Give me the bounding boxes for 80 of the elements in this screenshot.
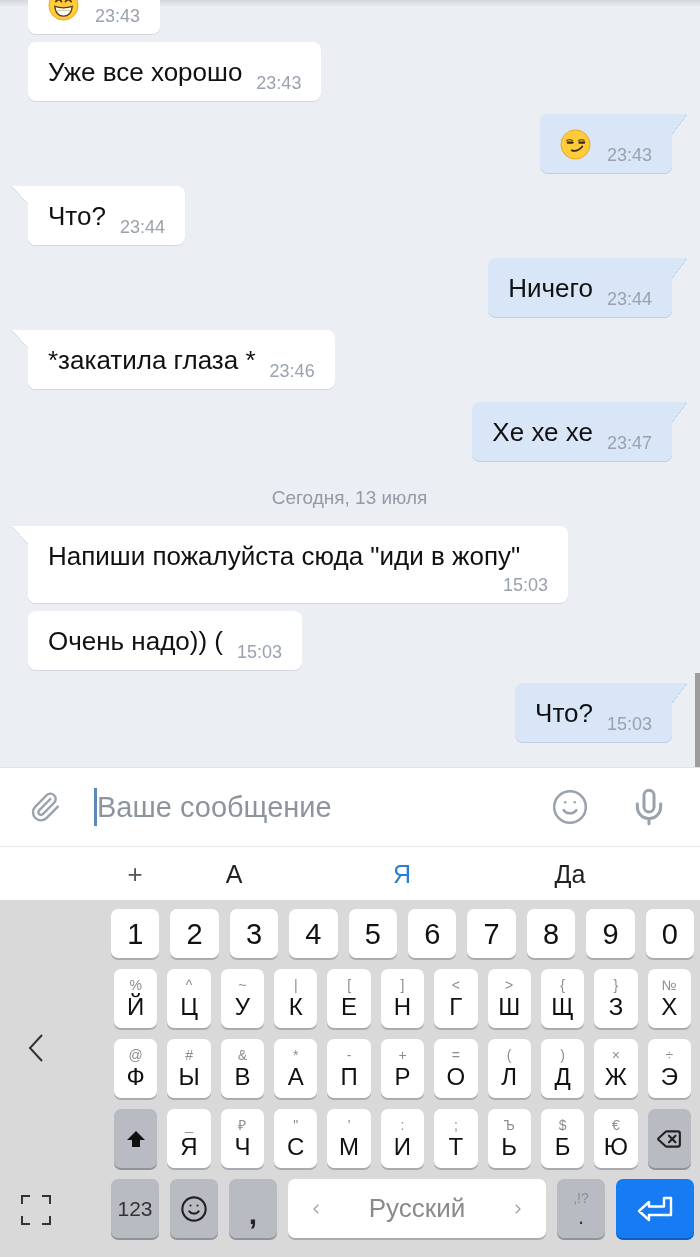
enter-key[interactable] xyxy=(616,1179,694,1238)
letter-key[interactable]: [ Е xyxy=(327,969,371,1028)
digit-key[interactable]: 4 xyxy=(289,909,338,958)
chevron-left-icon[interactable] xyxy=(28,1033,44,1063)
digit-key[interactable]: 6 xyxy=(408,909,457,958)
smiley-icon[interactable] xyxy=(551,788,589,826)
digit-key[interactable]: 0 xyxy=(645,909,695,958)
letter-key[interactable]: ₽ Ч xyxy=(220,1109,265,1168)
letter-key[interactable]: * А xyxy=(274,1039,318,1098)
digit-key[interactable]: 7 xyxy=(467,909,516,958)
message-text: Ничего xyxy=(508,273,593,303)
letter-key[interactable]: ^ Ц xyxy=(167,969,211,1028)
message-time: 15:03 xyxy=(606,715,652,733)
emoji-key[interactable] xyxy=(170,1179,218,1238)
message-time: 15:03 xyxy=(502,576,548,594)
letter-key[interactable]: ) Д xyxy=(540,1039,585,1098)
letter-key[interactable]: % Й xyxy=(114,969,158,1028)
digit-key[interactable]: 9 xyxy=(586,909,635,958)
punctuation-key[interactable]: ,!? . xyxy=(557,1179,605,1238)
letter-key[interactable]: | К xyxy=(274,969,318,1028)
letter-key[interactable]: ÷ Э xyxy=(647,1039,691,1098)
message-time: 23:44 xyxy=(119,218,165,236)
message-text: Напиши пожалуйста сюда "иди в жопу" xyxy=(48,541,522,571)
suggestion-item[interactable]: А xyxy=(150,858,318,889)
message-time: 15:03 xyxy=(237,643,283,661)
numbers-mode-key[interactable]: 123 xyxy=(111,1179,159,1238)
letter-key[interactable]: + Р xyxy=(380,1039,425,1098)
letter-key[interactable]: № Х xyxy=(647,969,691,1028)
letter-key[interactable]: ] Н xyxy=(380,969,425,1028)
letter-key[interactable]: $ Б xyxy=(540,1109,585,1168)
letter-key[interactable]: : И xyxy=(380,1109,425,1168)
shift-arrow-icon xyxy=(125,1129,146,1148)
comma-key[interactable]: , xyxy=(229,1179,277,1238)
letter-key[interactable]: > Ш xyxy=(487,969,531,1028)
message-text: Что? xyxy=(535,698,593,728)
smirking-face-emoji-icon xyxy=(559,129,591,160)
message-time: 23:43 xyxy=(256,74,302,92)
letter-key[interactable]: < Г xyxy=(434,969,478,1028)
letter-key[interactable]: ~ У xyxy=(220,969,265,1028)
digit-key[interactable]: 2 xyxy=(170,909,219,958)
letter-key[interactable]: × Ж xyxy=(594,1039,638,1098)
digit-key[interactable]: 8 xyxy=(526,909,576,958)
suggestion-item[interactable]: Да xyxy=(486,858,654,889)
letter-key[interactable]: { Щ xyxy=(540,969,585,1028)
message-text: *закатила глаза * xyxy=(48,345,256,375)
fullscreen-corners-icon[interactable] xyxy=(21,1195,51,1225)
text-cursor-icon xyxy=(94,788,97,826)
digit-key[interactable]: 1 xyxy=(111,909,160,958)
smiley-icon xyxy=(180,1194,208,1223)
message-time: 23:46 xyxy=(269,362,315,380)
message-text: Хе хе хе xyxy=(492,417,593,447)
letter-key[interactable]: # Ы xyxy=(167,1039,211,1098)
message-time: 23:43 xyxy=(606,146,652,164)
letter-key[interactable]: € Ю xyxy=(594,1109,638,1168)
date-separator: Сегодня, 13 июля xyxy=(271,486,428,510)
paperclip-icon[interactable] xyxy=(29,791,61,823)
add-word-button[interactable]: + xyxy=(120,858,150,889)
message-time: 23:44 xyxy=(606,290,652,308)
message-text: Что? xyxy=(48,201,106,231)
digit-key[interactable]: 3 xyxy=(229,909,279,958)
digit-key[interactable]: 5 xyxy=(348,909,398,958)
message-text: Уже все хорошо xyxy=(48,57,243,87)
shift-key[interactable] xyxy=(114,1109,158,1168)
letter-key[interactable]: @ Ф xyxy=(114,1039,158,1098)
backspace-key[interactable] xyxy=(647,1109,691,1168)
letter-key[interactable]: _ Я xyxy=(167,1109,211,1168)
letter-key[interactable]: Ъ Ь xyxy=(487,1109,531,1168)
letter-key[interactable]: ' М xyxy=(327,1109,371,1168)
return-arrow-icon xyxy=(637,1195,673,1222)
letter-key[interactable]: & В xyxy=(220,1039,265,1098)
message-text: Очень надо)) ( xyxy=(48,626,223,656)
message-time: 23:47 xyxy=(606,434,652,452)
letter-key[interactable]: ; Т xyxy=(434,1109,478,1168)
suggestion-item[interactable]: Я xyxy=(318,858,486,889)
letter-key[interactable]: = О xyxy=(434,1039,478,1098)
message-time: 23:43 xyxy=(95,7,141,25)
letter-key[interactable]: } З xyxy=(594,969,638,1028)
letter-key[interactable]: ( Л xyxy=(487,1039,531,1098)
letter-key[interactable]: " С xyxy=(274,1109,318,1168)
letter-key[interactable]: - П xyxy=(327,1039,371,1098)
